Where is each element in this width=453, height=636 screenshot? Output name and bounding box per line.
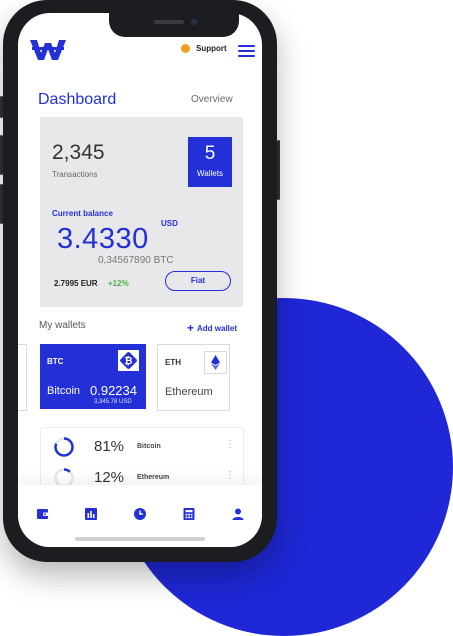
fiat-button[interactable]: Fiat (165, 271, 231, 291)
phone-side-button (0, 96, 3, 118)
user-icon[interactable] (231, 507, 245, 521)
bitcoin-icon: ₿ (118, 350, 139, 371)
balance-value: 3.4330 (57, 223, 149, 255)
wallet-symbol: ETH (165, 358, 181, 367)
wallet-name: Ethereum (165, 386, 213, 398)
wallet-card-partial[interactable] (18, 344, 27, 411)
chart-icon[interactable] (84, 507, 98, 521)
wallet-icon[interactable] (36, 507, 50, 521)
hamburger-icon (238, 45, 255, 47)
clock-icon[interactable] (133, 507, 147, 521)
overview-link[interactable]: Overview (191, 94, 233, 105)
wallet-value: 0.92234 (90, 383, 137, 398)
bottom-nav (18, 485, 262, 547)
progress-ring-icon (54, 437, 74, 457)
plus-icon: + (187, 321, 195, 335)
home-indicator (75, 537, 205, 541)
phone-mockup: Support Dashboard Overview 2,345 Transac… (0, 0, 280, 562)
phone-notch (109, 13, 239, 37)
wallet-sub-value: 3,345.78 USD (94, 399, 132, 405)
phone-side-button (0, 184, 3, 224)
app-screen: Support Dashboard Overview 2,345 Transac… (18, 13, 262, 547)
support-link[interactable]: Support (181, 44, 227, 53)
wallets-count: 5 (204, 143, 216, 164)
add-wallet-label: Add wallet (197, 324, 238, 333)
balance-change: +12% (108, 279, 129, 288)
balance-eur: 2.7995 EUR (54, 279, 98, 288)
logo-w-icon (30, 40, 66, 60)
list-item[interactable]: 81% Bitcoin ⋮ (41, 434, 243, 460)
transactions-label: Transactions (52, 170, 98, 179)
current-balance-label: Current balance (52, 209, 113, 218)
phone-side-button (0, 135, 3, 175)
allocation-name: Ethereum (137, 474, 170, 481)
wallet-card-eth[interactable]: ETH Ethereum (157, 344, 230, 411)
my-wallets-heading: My wallets (39, 320, 86, 331)
ethereum-icon (204, 351, 227, 374)
page-title: Dashboard (38, 91, 117, 108)
status-dot-icon (181, 44, 190, 53)
phone-side-button (277, 140, 280, 200)
front-camera (191, 19, 197, 25)
add-wallet-button[interactable]: + Add wallet (187, 321, 237, 335)
wallets-count-tile[interactable]: 5 Wallets (188, 137, 232, 187)
balance-currency: USD (161, 219, 178, 228)
wallets-label: Wallets (197, 169, 223, 178)
support-label: Support (196, 44, 227, 53)
menu-button[interactable] (238, 44, 256, 58)
svg-text:₿: ₿ (124, 355, 132, 367)
summary-card: 2,345 Transactions 5 Wallets Current bal… (40, 117, 243, 307)
allocation-percent: 81% (94, 438, 125, 455)
allocation-percent: 12% (94, 469, 125, 486)
wallet-name: Bitcoin (47, 385, 81, 397)
calculator-icon[interactable] (182, 507, 196, 521)
speaker-grille (154, 20, 184, 24)
balance-btc: 0,34567890 BTC (98, 255, 174, 266)
app-logo[interactable] (30, 40, 66, 65)
wallet-symbol: BTC (47, 357, 64, 366)
transactions-count: 2,345 (52, 141, 105, 164)
wallet-card-btc[interactable]: BTC ₿ Bitcoin 0.92234 3,345.78 USD (40, 344, 146, 409)
allocation-name: Bitcoin (137, 443, 161, 450)
more-icon[interactable]: ⋮ (225, 440, 235, 450)
more-icon[interactable]: ⋮ (225, 471, 235, 481)
